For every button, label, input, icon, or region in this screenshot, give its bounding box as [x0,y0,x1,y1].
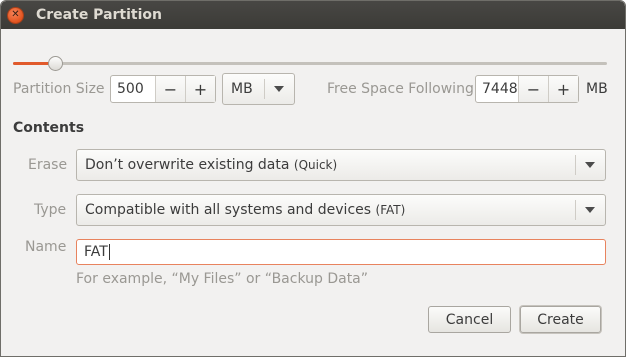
cancel-button[interactable]: Cancel [428,306,511,333]
chevron-down-icon [585,207,595,213]
partition-size-decrement-button[interactable]: − [155,76,185,102]
window-title: Create Partition [36,7,162,23]
slider-handle[interactable] [47,56,63,71]
free-space-decrement-button[interactable]: − [518,76,548,102]
name-hint: For example, “My Files” or “Backup Data” [76,271,369,287]
free-space-increment-button[interactable]: + [548,76,578,102]
free-space-label: Free Space Following [327,81,474,97]
type-value: Compatible with all systems and devices … [77,202,575,218]
size-unit-dropdown[interactable]: MB [222,73,295,105]
close-icon[interactable]: ✕ [7,6,24,24]
type-value-note: (FAT) [375,203,406,217]
contents-heading: Contents [13,120,85,136]
partition-size-increment-button[interactable]: + [185,76,215,102]
dropdown-separator [575,155,576,175]
erase-dropdown[interactable]: Don’t overwrite existing data (Quick) [76,149,606,181]
chevron-down-icon [274,86,284,92]
type-dropdown[interactable]: Compatible with all systems and devices … [76,194,606,226]
partition-size-slider[interactable] [13,56,607,71]
partition-size-stepper[interactable]: 500 − + [110,75,216,103]
title-bar: ✕ Create Partition [1,1,625,29]
create-partition-dialog: ✕ Create Partition Partition Size 500 − … [0,0,626,357]
free-space-stepper[interactable]: 7448 − + [475,75,579,103]
erase-value-note: (Quick) [293,158,338,172]
free-space-unit: MB [586,81,608,97]
name-input-value[interactable]: FAT [77,244,108,260]
type-value-text: Compatible with all systems and devices [85,202,372,218]
chevron-down-icon [585,162,595,168]
erase-value: Don’t overwrite existing data (Quick) [77,157,575,173]
name-label: Name [25,239,67,255]
erase-value-text: Don’t overwrite existing data [85,157,290,173]
erase-label: Erase [28,157,68,173]
partition-size-label: Partition Size [13,81,105,97]
text-caret [108,244,110,260]
name-input[interactable]: FAT [76,239,606,265]
partition-size-value[interactable]: 500 [111,81,155,97]
dropdown-separator [264,79,265,99]
free-space-value[interactable]: 7448 [476,81,518,97]
dropdown-separator [575,200,576,220]
create-button[interactable]: Create [520,306,601,333]
type-label: Type [34,202,67,218]
size-unit-value: MB [231,81,253,97]
